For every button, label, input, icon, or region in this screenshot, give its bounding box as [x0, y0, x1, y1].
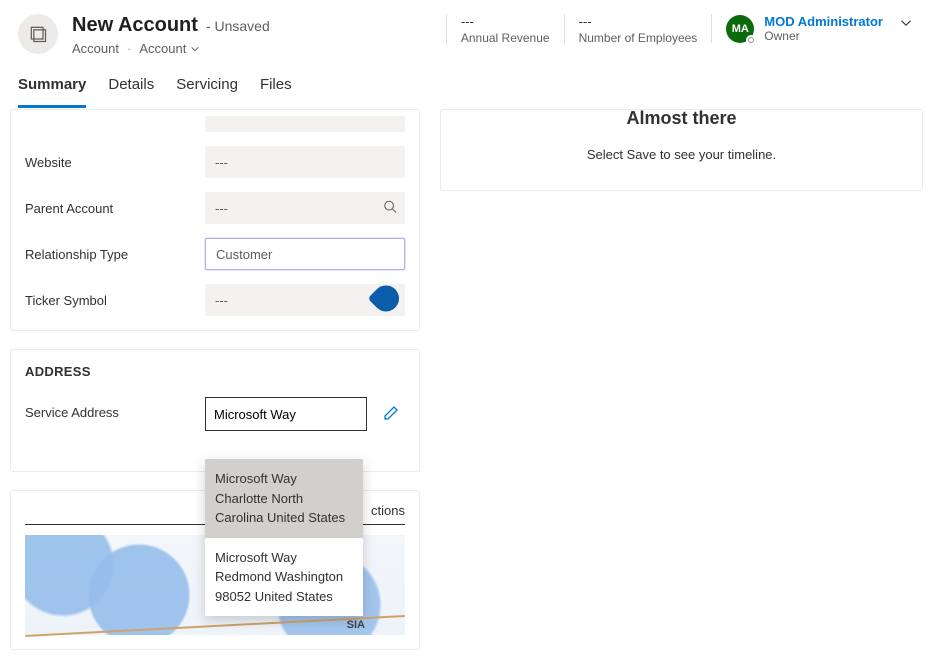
- address-card: ADDRESS Service Address Microsoft Way Ch…: [10, 349, 420, 472]
- page-title: New Account: [72, 14, 198, 37]
- map-road-label: SIA: [347, 619, 365, 631]
- ticker-symbol-label: Ticker Symbol: [25, 293, 205, 308]
- parent-account-label: Parent Account: [25, 201, 205, 216]
- service-address-input[interactable]: [205, 397, 367, 431]
- stat-annual-revenue[interactable]: --- Annual Revenue: [446, 14, 564, 45]
- timeline-title: Almost there: [441, 108, 922, 135]
- save-status: - Unsaved: [206, 18, 270, 34]
- address-suggestion-item[interactable]: Microsoft Way Redmond Washington 98052 U…: [205, 538, 363, 617]
- form-selector-label: Account: [139, 41, 186, 56]
- owner-block[interactable]: MA MOD Administrator Owner: [711, 14, 883, 43]
- stat-value: ---: [579, 14, 698, 29]
- tab-servicing[interactable]: Servicing: [176, 66, 238, 108]
- entity-name: Account: [72, 41, 119, 56]
- service-address-label: Service Address: [25, 397, 205, 420]
- stat-label: Annual Revenue: [461, 31, 550, 45]
- tab-details[interactable]: Details: [108, 66, 154, 108]
- form-selector[interactable]: Account: [139, 41, 200, 56]
- website-label: Website: [25, 155, 205, 170]
- stat-label: Number of Employees: [579, 31, 698, 45]
- stat-value: ---: [461, 14, 550, 29]
- owner-name: MOD Administrator: [764, 14, 883, 29]
- owner-label: Owner: [764, 29, 883, 43]
- relationship-type-select[interactable]: Customer: [205, 238, 405, 270]
- presence-indicator: [746, 35, 756, 45]
- address-suggestions: Microsoft Way Charlotte North Carolina U…: [205, 459, 363, 616]
- tab-files[interactable]: Files: [260, 66, 292, 108]
- website-input[interactable]: ---: [205, 146, 405, 178]
- address-suggestion-item[interactable]: Microsoft Way Charlotte North Carolina U…: [205, 459, 363, 538]
- stat-num-employees[interactable]: --- Number of Employees: [564, 14, 712, 45]
- details-card: Website --- Parent Account --- Re: [10, 109, 420, 331]
- timeline-subtitle: Select Save to see your timeline.: [441, 147, 922, 162]
- owner-initials: MA: [732, 23, 749, 35]
- parent-account-lookup[interactable]: ---: [205, 192, 405, 224]
- record-header: New Account - Unsaved Account · Account …: [0, 0, 933, 66]
- owner-avatar: MA: [726, 15, 754, 43]
- relationship-type-label: Relationship Type: [25, 247, 205, 262]
- search-icon[interactable]: [383, 200, 397, 217]
- field-input-cutoff[interactable]: [205, 116, 405, 132]
- title-block: New Account - Unsaved Account · Account: [72, 14, 270, 56]
- edit-address-button[interactable]: [383, 405, 399, 426]
- separator-dot: ·: [127, 41, 131, 56]
- timeline-card: Almost there Select Save to see your tim…: [440, 109, 923, 191]
- header-expand-button[interactable]: [897, 14, 915, 37]
- tab-summary[interactable]: Summary: [18, 66, 86, 108]
- chevron-down-icon: [190, 44, 200, 54]
- form-tabs: Summary Details Servicing Files: [0, 66, 933, 109]
- entity-icon: [18, 14, 58, 54]
- address-heading: ADDRESS: [25, 364, 405, 379]
